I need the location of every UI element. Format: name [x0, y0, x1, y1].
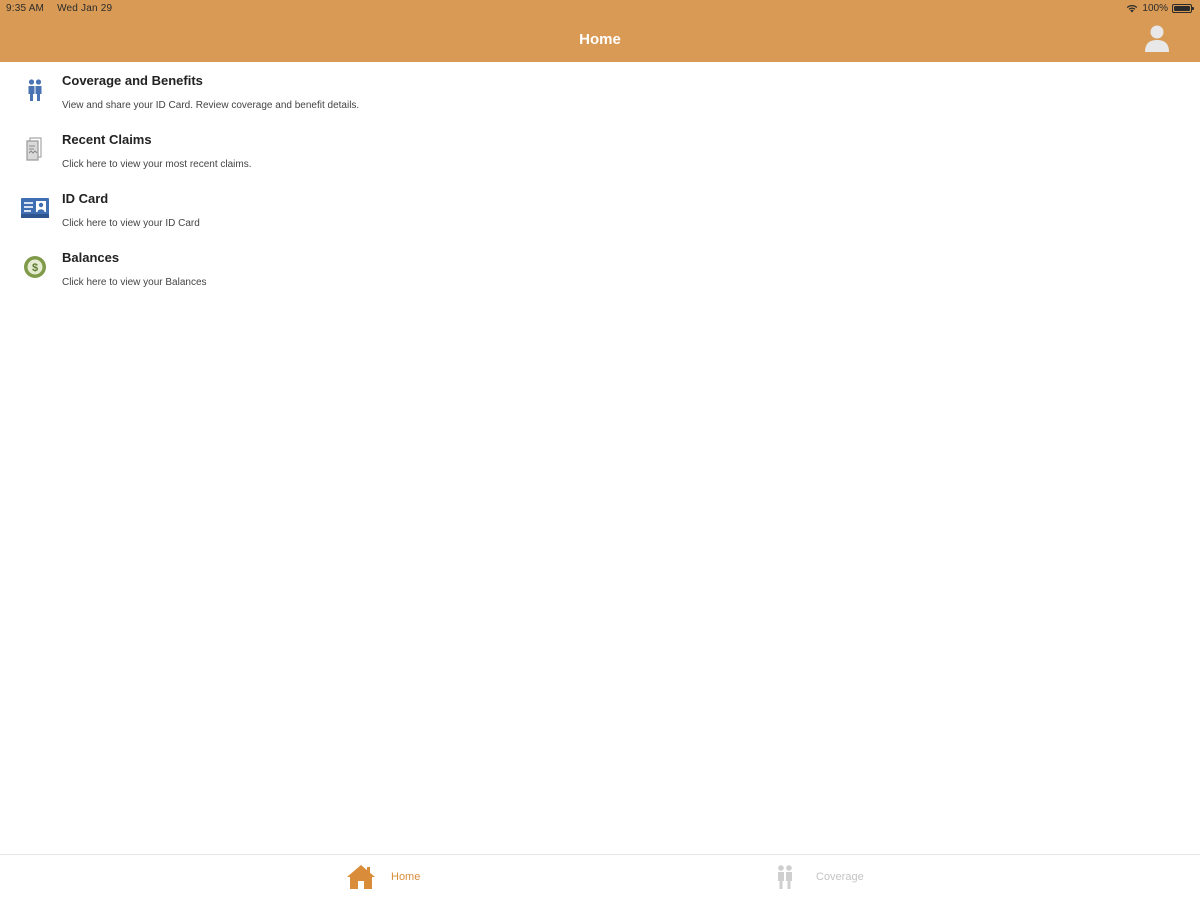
menu-item-description: View and share your ID Card. Review cove…: [62, 100, 360, 111]
menu-item-title: Coverage and Benefits: [62, 73, 203, 88]
menu-item-title: Recent Claims: [62, 132, 152, 147]
menu-item-description: Click here to view your ID Card: [62, 218, 200, 229]
user-avatar-icon: [1145, 25, 1169, 52]
menu-item-coverage-benefits[interactable]: Coverage and Benefits View and share you…: [0, 62, 1200, 121]
menu-item-title: ID Card: [62, 191, 109, 206]
wifi-icon: [1127, 5, 1138, 13]
tab-label: Home: [391, 871, 421, 883]
status-date: Wed Jan 29: [57, 3, 113, 14]
status-bar-left: 9:35 AM Wed Jan 29: [6, 3, 122, 14]
app-screen: 9:35 AM Wed Jan 29 100% Home Coverage an…: [0, 0, 1200, 900]
menu-item-id-card[interactable]: ID Card Click here to view your ID Card: [0, 180, 1200, 239]
menu-item-recent-claims[interactable]: Recent Claims Click here to view your mo…: [0, 121, 1200, 180]
id-card-icon: [20, 193, 50, 223]
tab-home[interactable]: Home: [0, 855, 600, 900]
home-menu-list: Coverage and Benefits View and share you…: [0, 62, 1200, 298]
menu-item-description: Click here to view your Balances: [62, 277, 207, 288]
menu-item-description: Click here to view your most recent clai…: [62, 159, 252, 170]
navigation-header: 9:35 AM Wed Jan 29 100% Home: [0, 0, 1200, 62]
menu-item-title: Balances: [62, 250, 120, 265]
battery-percentage: 100%: [1142, 3, 1168, 14]
claims-document-icon: [20, 134, 50, 164]
page-title: Home: [579, 31, 621, 48]
status-bar-right: 100%: [1126, 3, 1194, 14]
dollar-coin-icon: $: [20, 252, 50, 282]
coverage-people-icon: [20, 75, 50, 105]
bottom-tab-bar: Home Coverage: [0, 854, 1200, 900]
profile-button[interactable]: [1144, 24, 1170, 52]
tab-label: Coverage: [816, 871, 864, 883]
coverage-people-icon: [778, 865, 792, 889]
home-icon: [347, 865, 375, 889]
tab-coverage[interactable]: Coverage: [600, 855, 1200, 900]
menu-item-balances[interactable]: $ Balances Click here to view your Balan…: [0, 239, 1200, 298]
status-time: 9:35 AM: [6, 3, 45, 14]
battery-icon: [1172, 4, 1194, 13]
svg-text:$: $: [32, 262, 38, 274]
